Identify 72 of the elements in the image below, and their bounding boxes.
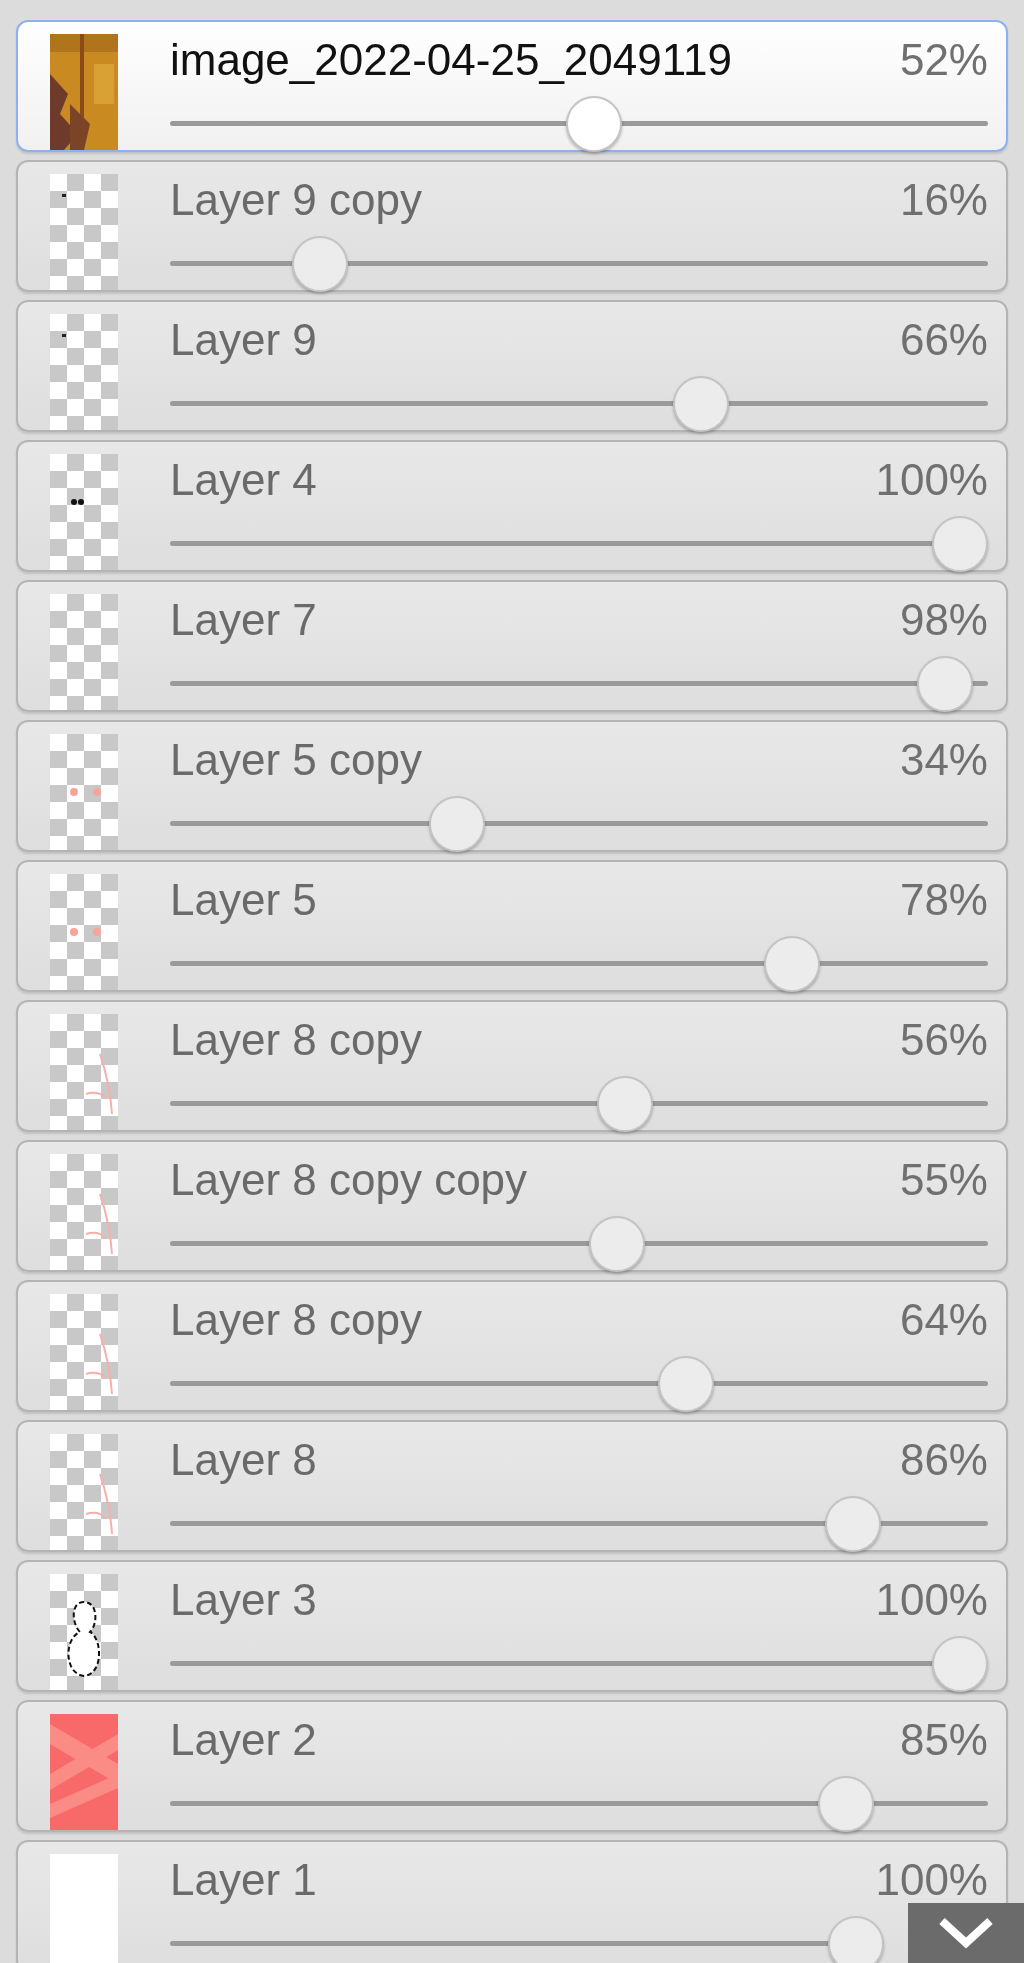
- slider-thumb[interactable]: [764, 936, 821, 992]
- opacity-slider[interactable]: [170, 1354, 988, 1414]
- layer-name: Layer 8 copy: [170, 1014, 422, 1066]
- opacity-slider[interactable]: [170, 1494, 988, 1554]
- slider-thumb[interactable]: [932, 1636, 988, 1692]
- layer-name: Layer 8: [170, 1434, 317, 1486]
- layer-row[interactable]: Layer 5 copy 34%: [16, 720, 1008, 852]
- layer-row[interactable]: image_2022-04-25_2049119 52%: [16, 20, 1008, 152]
- opacity-value: 78%: [899, 874, 988, 926]
- slider-thumb[interactable]: [566, 96, 623, 152]
- opacity-value: 52%: [899, 34, 988, 86]
- layer-name: image_2022-04-25_2049119: [170, 34, 732, 86]
- opacity-value: 86%: [899, 1434, 988, 1486]
- opacity-slider[interactable]: [170, 94, 988, 154]
- layer-name: Layer 7: [170, 594, 317, 646]
- layer-row[interactable]: Layer 2 85%: [16, 1700, 1008, 1832]
- opacity-slider[interactable]: [170, 1634, 988, 1694]
- opacity-value: 34%: [899, 734, 988, 786]
- opacity-value: 85%: [899, 1714, 988, 1766]
- opacity-slider[interactable]: [170, 934, 988, 994]
- layer-name: Layer 5: [170, 874, 317, 926]
- opacity-slider[interactable]: [170, 654, 988, 714]
- layer-row[interactable]: Layer 8 copy 64%: [16, 1280, 1008, 1412]
- opacity-value: 55%: [899, 1154, 988, 1206]
- slider-thumb[interactable]: [828, 1916, 884, 1963]
- slider-thumb[interactable]: [932, 516, 988, 572]
- opacity-slider[interactable]: [170, 1914, 884, 1963]
- opacity-slider[interactable]: [170, 234, 988, 294]
- layer-name: Layer 9: [170, 314, 317, 366]
- slider-thumb[interactable]: [657, 1356, 714, 1412]
- layer-name: Layer 2: [170, 1714, 317, 1766]
- layer-row[interactable]: Layer 8 copy copy 55%: [16, 1140, 1008, 1272]
- opacity-slider[interactable]: [170, 1074, 988, 1134]
- layer-row[interactable]: Layer 8 86%: [16, 1420, 1008, 1552]
- layer-name: Layer 8 copy copy: [170, 1154, 528, 1206]
- opacity-slider[interactable]: [170, 794, 988, 854]
- slider-thumb[interactable]: [589, 1216, 646, 1272]
- opacity-value: 56%: [899, 1014, 988, 1066]
- opacity-slider[interactable]: [170, 1774, 988, 1834]
- opacity-slider[interactable]: [170, 514, 988, 574]
- layer-row[interactable]: Layer 4 100%: [16, 440, 1008, 572]
- layer-row[interactable]: Layer 8 copy 56%: [16, 1000, 1008, 1132]
- opacity-slider[interactable]: [170, 1214, 988, 1274]
- scroll-down-button[interactable]: [908, 1903, 1024, 1963]
- opacity-slider[interactable]: [170, 374, 988, 434]
- layer-row[interactable]: Layer 7 98%: [16, 580, 1008, 712]
- slider-thumb[interactable]: [825, 1496, 882, 1552]
- layer-name: Layer 8 copy: [170, 1294, 422, 1346]
- opacity-value: 66%: [899, 314, 988, 366]
- layer-name: Layer 5 copy: [170, 734, 422, 786]
- layer-name: Layer 3: [170, 1574, 317, 1626]
- layer-name: Layer 9 copy: [170, 174, 422, 226]
- slider-thumb[interactable]: [817, 1776, 874, 1832]
- slider-thumb[interactable]: [672, 376, 729, 432]
- chevron-down-icon: [938, 1917, 994, 1949]
- opacity-value: 98%: [899, 594, 988, 646]
- layer-name: Layer 4: [170, 454, 317, 506]
- layer-row[interactable]: Layer 5 78%: [16, 860, 1008, 992]
- layer-row[interactable]: Layer 3 100%: [16, 1560, 1008, 1692]
- opacity-value: 100%: [875, 454, 988, 506]
- slider-thumb[interactable]: [291, 236, 348, 292]
- opacity-value: 16%: [899, 174, 988, 226]
- opacity-value: 100%: [875, 1854, 988, 1906]
- opacity-value: 100%: [875, 1574, 988, 1626]
- layer-name: Layer 1: [170, 1854, 317, 1906]
- opacity-value: 64%: [899, 1294, 988, 1346]
- layer-row[interactable]: Layer 9 66%: [16, 300, 1008, 432]
- slider-thumb[interactable]: [429, 796, 486, 852]
- slider-thumb[interactable]: [596, 1076, 653, 1132]
- layer-row[interactable]: Layer 1 100%: [16, 1840, 1008, 1963]
- layer-row[interactable]: Layer 9 copy 16%: [16, 160, 1008, 292]
- slider-thumb[interactable]: [916, 656, 973, 712]
